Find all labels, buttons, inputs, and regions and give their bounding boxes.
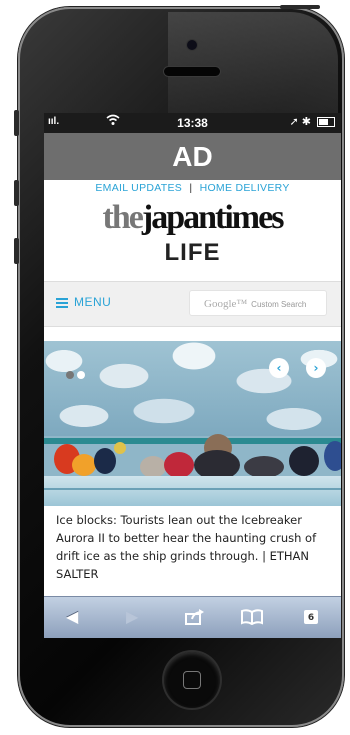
logo-name: japantimes [141, 199, 285, 236]
top-links: EMAIL UPDATES | HOME DELIVERY [44, 182, 341, 194]
slider-dots [66, 364, 88, 383]
ship-deck [44, 476, 341, 506]
battery-icon [317, 117, 335, 128]
share-icon[interactable] [184, 608, 206, 630]
back-icon[interactable]: ◀ [66, 607, 78, 626]
google-search-brand: Google™ [204, 298, 248, 310]
search-placeholder: Custom Search [251, 300, 307, 309]
slider-dot-2[interactable] [77, 371, 85, 379]
volume-up-button [14, 110, 19, 136]
bookmarks-icon[interactable] [240, 609, 264, 629]
logo-the: the [102, 199, 144, 236]
menu-label: MENU [74, 295, 112, 309]
mute-switch [14, 238, 19, 264]
nav-bar: MENU Google™ Custom Search [44, 281, 341, 327]
slider-dot-1[interactable] [66, 371, 74, 379]
deck-line [44, 488, 341, 490]
email-updates-link[interactable]: EMAIL UPDATES [95, 182, 182, 194]
slider-next-button[interactable]: › [306, 358, 326, 378]
article-caption[interactable]: Ice blocks: Tourists lean out the Icebre… [56, 511, 336, 583]
hamburger-icon [56, 296, 68, 310]
location-bluetooth-icons: ➚ ✱ [289, 116, 311, 128]
front-camera [187, 40, 197, 50]
volume-down-button [14, 180, 19, 206]
home-button[interactable] [164, 652, 220, 708]
slider-prev-button[interactable]: ‹ [269, 358, 289, 378]
home-delivery-link[interactable]: HOME DELIVERY [200, 182, 290, 194]
ad-banner[interactable]: AD [44, 133, 341, 180]
forward-icon[interactable]: ▶ [126, 607, 138, 626]
link-separator: | [189, 182, 193, 194]
phone-screen: ııl. 13:38 ➚ ✱ AD EMAIL UPDATES | HOME D… [44, 113, 341, 638]
status-bar: ııl. 13:38 ➚ ✱ [44, 113, 341, 133]
section-title: LIFE [164, 239, 221, 266]
drift-ice-photo [44, 341, 341, 436]
power-button [280, 5, 320, 9]
tourists-photo [44, 434, 341, 480]
browser-toolbar: ◀ ▶ 6 [44, 596, 341, 638]
earpiece-speaker [164, 67, 220, 76]
search-input[interactable]: Google™ Custom Search [189, 290, 327, 316]
tabs-count-button[interactable]: 6 [304, 610, 318, 624]
status-right-icons: ➚ ✱ [289, 115, 335, 128]
site-logo[interactable]: thejapantimes [44, 199, 341, 237]
image-slider[interactable]: ‹ › [44, 341, 341, 506]
menu-button[interactable]: MENU [56, 295, 111, 310]
